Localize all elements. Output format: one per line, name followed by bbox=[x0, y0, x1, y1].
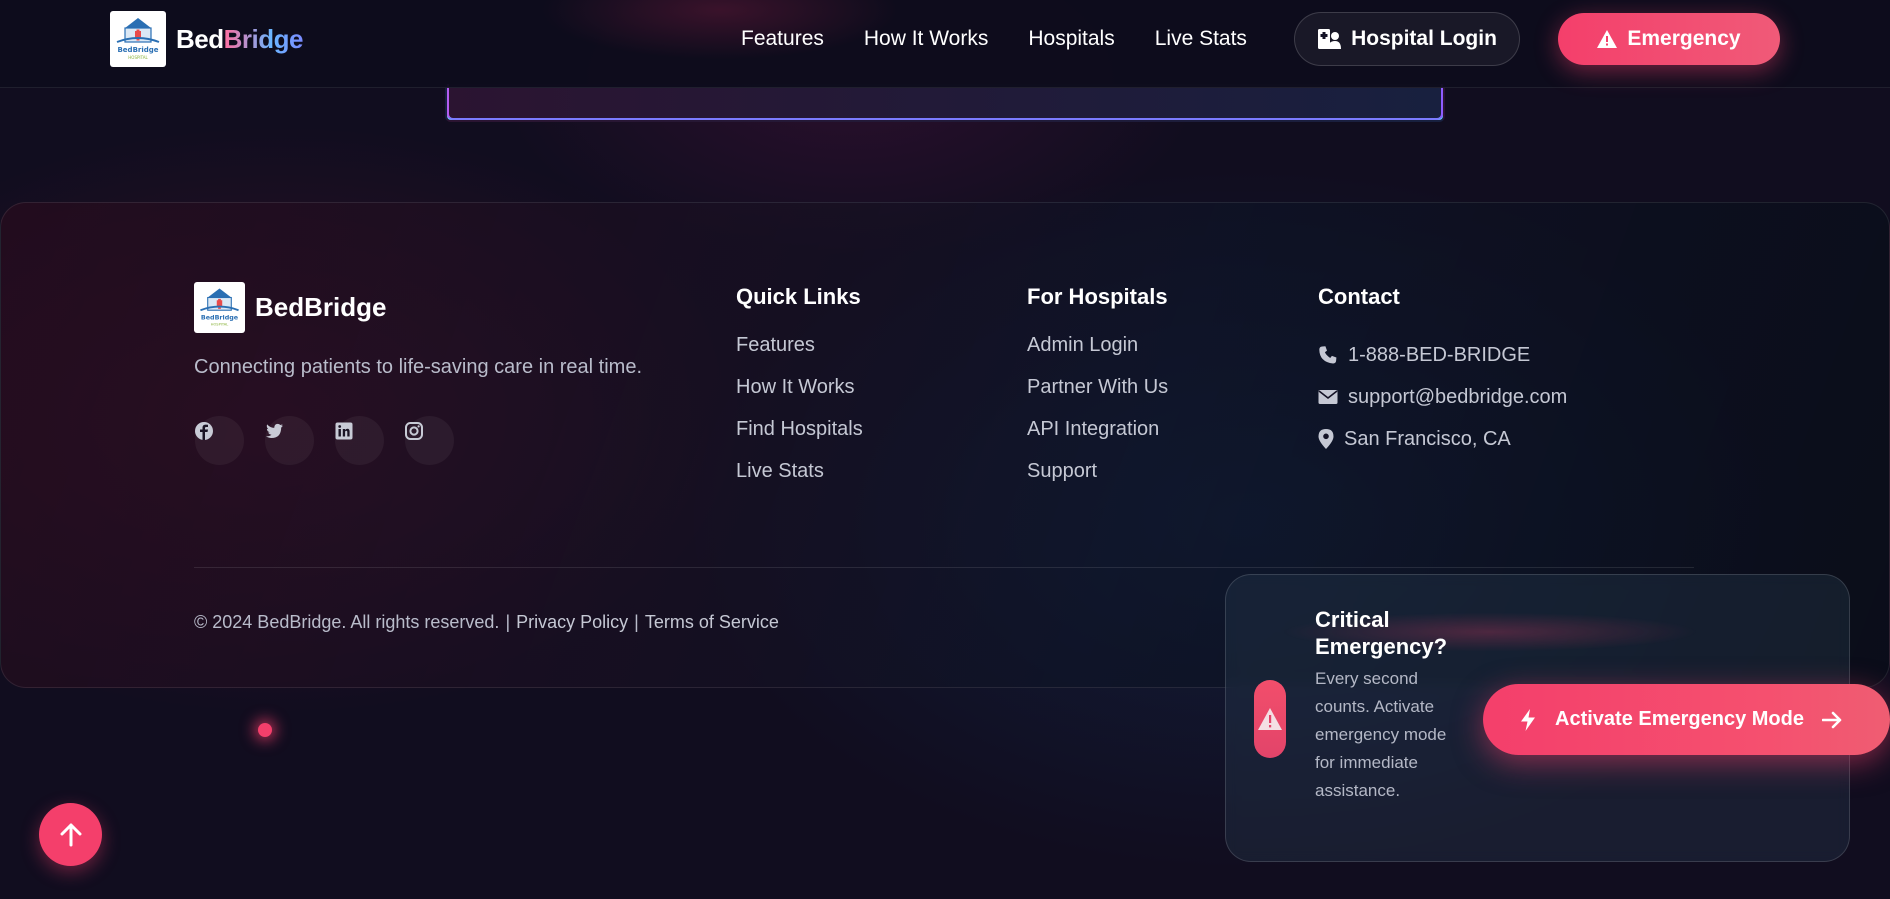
warning-icon bbox=[1597, 30, 1618, 48]
footer-link-live-stats[interactable]: Live Stats bbox=[736, 460, 863, 502]
facebook-link[interactable] bbox=[194, 416, 244, 465]
separator: | bbox=[634, 612, 639, 632]
lightning-bolt-icon bbox=[1521, 708, 1535, 731]
phone-icon bbox=[1319, 346, 1337, 364]
contact-location: San Francisco, CA bbox=[1318, 418, 1567, 460]
brand-wordmark: BedBridge bbox=[176, 24, 303, 55]
footer-link-admin-login[interactable]: Admin Login bbox=[1027, 334, 1168, 376]
footer-quick-links: Quick Links Features How It Works Find H… bbox=[736, 284, 863, 502]
brand-name-part1: Bed bbox=[176, 23, 224, 54]
svg-text:BedBridge: BedBridge bbox=[201, 314, 238, 321]
footer-tagline: Connecting patients to life-saving care … bbox=[194, 356, 643, 378]
activate-emergency-mode-button[interactable]: Activate Emergency Mode bbox=[1483, 684, 1890, 755]
privacy-policy-link[interactable]: Privacy Policy bbox=[516, 612, 628, 633]
for-hospitals-title: For Hospitals bbox=[1027, 284, 1168, 309]
facebook-icon bbox=[195, 422, 213, 440]
svg-text:BedBridge: BedBridge bbox=[117, 46, 158, 54]
linkedin-icon bbox=[335, 422, 353, 440]
contact-phone[interactable]: 1-888-BED-BRIDGE bbox=[1318, 334, 1567, 376]
critical-warning-badge bbox=[1254, 680, 1286, 758]
footer-link-partner-with-us[interactable]: Partner With Us bbox=[1027, 376, 1168, 418]
terms-of-service-link[interactable]: Terms of Service bbox=[645, 612, 779, 633]
top-navbar: BedBridge HOSPITAL BedBridge Features Ho… bbox=[0, 0, 1890, 88]
footer-link-api-integration[interactable]: API Integration bbox=[1027, 418, 1168, 460]
footer-link-find-hospitals[interactable]: Find Hospitals bbox=[736, 418, 863, 460]
nav-link-hospitals[interactable]: Hospitals bbox=[1028, 27, 1114, 51]
critical-emergency-description: Every second counts. Activate emergency … bbox=[1315, 669, 1447, 800]
hospital-logo-icon: BedBridge HOSPITAL bbox=[194, 282, 245, 333]
footer-contact: Contact 1-888-BED-BRIDGE support@bedbrid… bbox=[1318, 284, 1567, 460]
nav-logo[interactable]: BedBridge HOSPITAL BedBridge bbox=[110, 11, 303, 67]
footer-bottom-bar: © 2024 BedBridge. All rights reserved. |… bbox=[194, 612, 779, 633]
footer-brand[interactable]: BedBridge HOSPITAL BedBridge bbox=[194, 282, 386, 333]
instagram-link[interactable] bbox=[404, 416, 454, 465]
copyright-text: © 2024 BedBridge. All rights reserved. bbox=[194, 612, 500, 632]
nav-links: Features How It Works Hospitals Live Sta… bbox=[741, 27, 1247, 51]
arrow-up-icon bbox=[60, 823, 81, 846]
warning-icon bbox=[1258, 708, 1282, 730]
decorative-glow-dot bbox=[258, 723, 272, 737]
hospital-logo-icon: BedBridge HOSPITAL bbox=[110, 11, 166, 67]
twitter-link[interactable] bbox=[264, 416, 314, 465]
nav-link-how-it-works[interactable]: How It Works bbox=[864, 27, 988, 51]
activate-emergency-mode-label: Activate Emergency Mode bbox=[1555, 708, 1804, 730]
contact-title: Contact bbox=[1318, 284, 1400, 309]
quick-links-title: Quick Links bbox=[736, 284, 861, 309]
instagram-icon bbox=[405, 422, 423, 440]
nav-link-features[interactable]: Features bbox=[741, 27, 824, 51]
svg-text:HOSPITAL: HOSPITAL bbox=[128, 55, 148, 60]
contact-email[interactable]: support@bedbridge.com bbox=[1318, 376, 1567, 418]
envelope-icon bbox=[1318, 390, 1338, 404]
separator: | bbox=[505, 612, 511, 632]
footer-divider bbox=[194, 567, 1694, 568]
critical-emergency-title: Critical Emergency? bbox=[1315, 607, 1448, 659]
twitter-icon bbox=[265, 423, 283, 438]
footer-link-support[interactable]: Support bbox=[1027, 460, 1168, 502]
content-frame-bottom bbox=[445, 84, 1445, 122]
scroll-to-top-button[interactable] bbox=[39, 803, 102, 866]
contact-phone-text: 1-888-BED-BRIDGE bbox=[1348, 343, 1531, 366]
contact-location-text: San Francisco, CA bbox=[1344, 427, 1511, 450]
emergency-button[interactable]: Emergency bbox=[1558, 13, 1780, 65]
hospital-user-icon bbox=[1318, 29, 1342, 49]
contact-email-text: support@bedbridge.com bbox=[1348, 385, 1568, 408]
svg-text:HOSPITAL: HOSPITAL bbox=[211, 323, 229, 327]
hospital-login-button[interactable]: Hospital Login bbox=[1294, 12, 1520, 66]
footer-link-features[interactable]: Features bbox=[736, 334, 863, 376]
nav-link-live-stats[interactable]: Live Stats bbox=[1155, 27, 1247, 51]
footer-brand-name: BedBridge bbox=[255, 292, 387, 322]
emergency-label: Emergency bbox=[1627, 27, 1741, 50]
brand-name-part2: Bridge bbox=[223, 23, 304, 54]
footer-for-hospitals: For Hospitals Admin Login Partner With U… bbox=[1027, 284, 1168, 502]
hospital-login-label: Hospital Login bbox=[1351, 27, 1497, 50]
social-links bbox=[194, 416, 454, 465]
footer-link-how-it-works[interactable]: How It Works bbox=[736, 376, 863, 418]
arrow-right-icon bbox=[1821, 711, 1842, 728]
map-pin-icon bbox=[1318, 429, 1334, 449]
linkedin-link[interactable] bbox=[334, 416, 384, 465]
